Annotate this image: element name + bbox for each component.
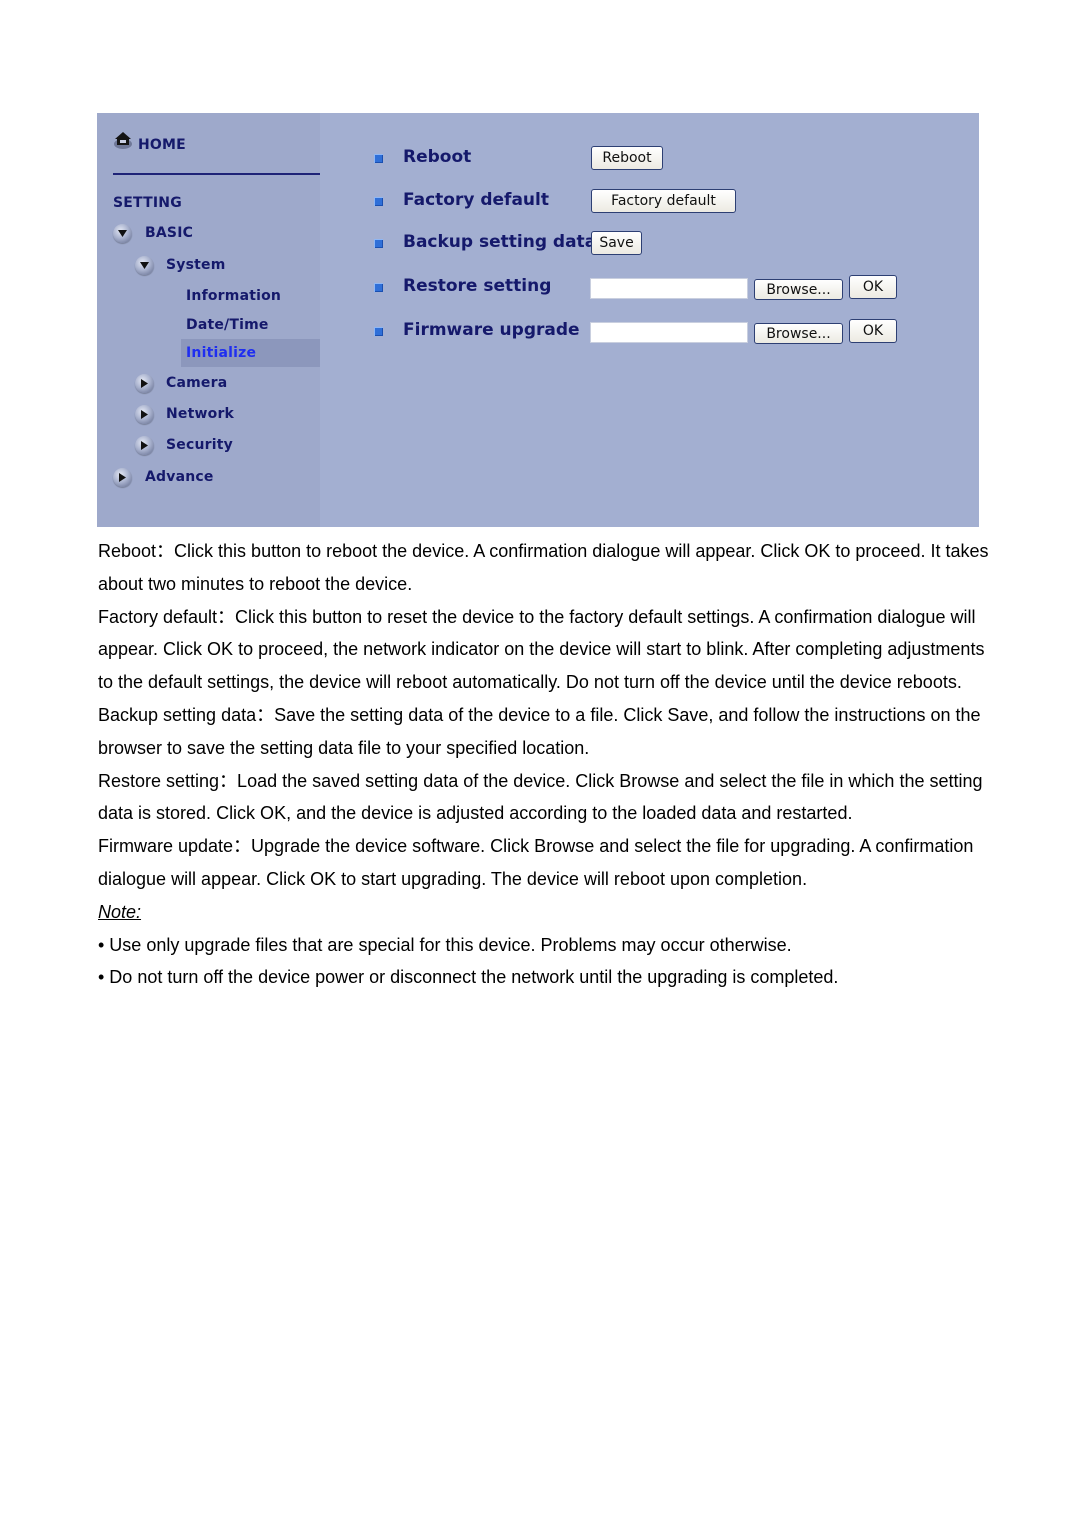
chevron-right-icon — [135, 436, 154, 455]
backup-setting-label: Backup setting data — [403, 232, 597, 252]
bullet-icon — [374, 154, 383, 163]
sidebar-link-label: Information — [186, 288, 282, 304]
bullet-icon — [374, 283, 383, 292]
factory-default-label: Factory default — [403, 190, 549, 210]
restore-ok-button[interactable]: OK — [849, 275, 897, 299]
note-item: • Use only upgrade files that are specia… — [98, 934, 792, 955]
setting-heading: SETTING — [113, 195, 182, 211]
note-heading: Note: — [98, 901, 142, 922]
factory-default-description: Factory default：Click this button to res… — [98, 606, 985, 693]
restore-file-input[interactable] — [590, 278, 748, 299]
firmware-browse-button[interactable]: Browse... — [754, 323, 843, 344]
sidebar-item-label: BASIC — [145, 225, 194, 241]
reboot-description: Reboot：Click this button to reboot the d… — [98, 541, 989, 594]
firmware-ok-button[interactable]: OK — [849, 319, 897, 343]
bullet-icon — [374, 327, 383, 336]
chevron-down-icon — [135, 256, 154, 275]
sidebar-link-label: Initialize — [186, 345, 257, 361]
chevron-right-icon — [135, 405, 154, 424]
reboot-button[interactable]: Reboot — [591, 146, 663, 170]
sidebar-link-initialize[interactable]: Initialize — [181, 339, 320, 367]
sidebar-link-information[interactable]: Information — [186, 287, 281, 305]
restore-setting-label: Restore setting — [403, 276, 552, 296]
document-body: Reboot：Click this button to reboot the d… — [98, 535, 998, 994]
backup-setting-description: Backup setting data：Save the setting dat… — [98, 704, 981, 758]
firmware-update-description: Firmware update：Upgrade the device softw… — [98, 836, 974, 889]
chevron-down-icon — [113, 224, 132, 243]
camera-settings-screenshot: HOME SETTING BASIC System Information Da… — [97, 113, 979, 527]
save-button[interactable]: Save — [591, 231, 642, 255]
firmware-file-input[interactable] — [590, 322, 748, 343]
note-item: • Do not turn off the device power or di… — [98, 967, 839, 988]
sidebar-item-label: Security — [166, 437, 233, 453]
sidebar-link-date-time[interactable]: Date/Time — [186, 316, 269, 334]
factory-default-button[interactable]: Factory default — [591, 189, 736, 213]
bullet-icon — [374, 197, 383, 206]
restore-setting-description: Restore setting：Load the saved setting d… — [98, 770, 983, 824]
sidebar-item-label: Camera — [166, 375, 228, 391]
sidebar-nav: HOME SETTING BASIC System Information Da… — [97, 113, 320, 527]
sidebar-item-label: Network — [166, 406, 235, 422]
sidebar-link-label: Date/Time — [186, 317, 269, 333]
chevron-right-icon — [135, 374, 154, 393]
bullet-icon — [374, 239, 383, 248]
home-icon — [114, 132, 132, 149]
restore-browse-button[interactable]: Browse... — [754, 279, 843, 300]
divider — [113, 173, 320, 175]
home-label: HOME — [138, 137, 186, 153]
sidebar-item-label: System — [166, 257, 226, 273]
firmware-upgrade-label: Firmware upgrade — [403, 320, 580, 340]
chevron-right-icon — [113, 468, 132, 487]
reboot-label: Reboot — [403, 147, 472, 167]
sidebar-item-label: Advance — [145, 469, 214, 485]
